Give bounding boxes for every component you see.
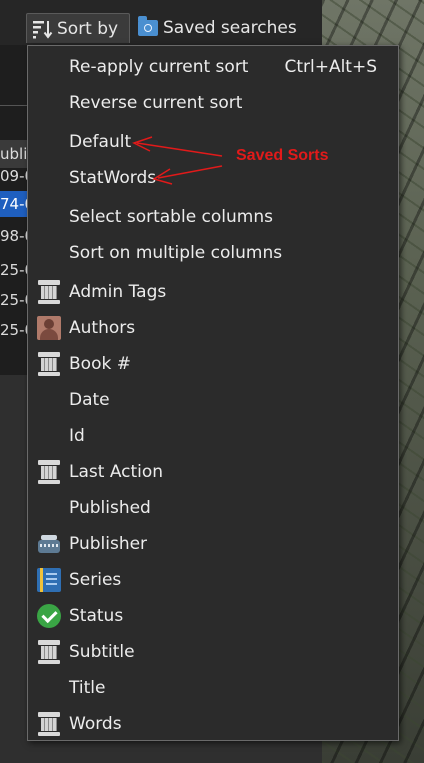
annotation-arrows — [132, 136, 223, 185]
arrow-to-default — [132, 136, 223, 157]
annotation-saved-sorts: Saved Sorts — [236, 147, 329, 164]
arrow-to-statwords — [152, 165, 223, 185]
